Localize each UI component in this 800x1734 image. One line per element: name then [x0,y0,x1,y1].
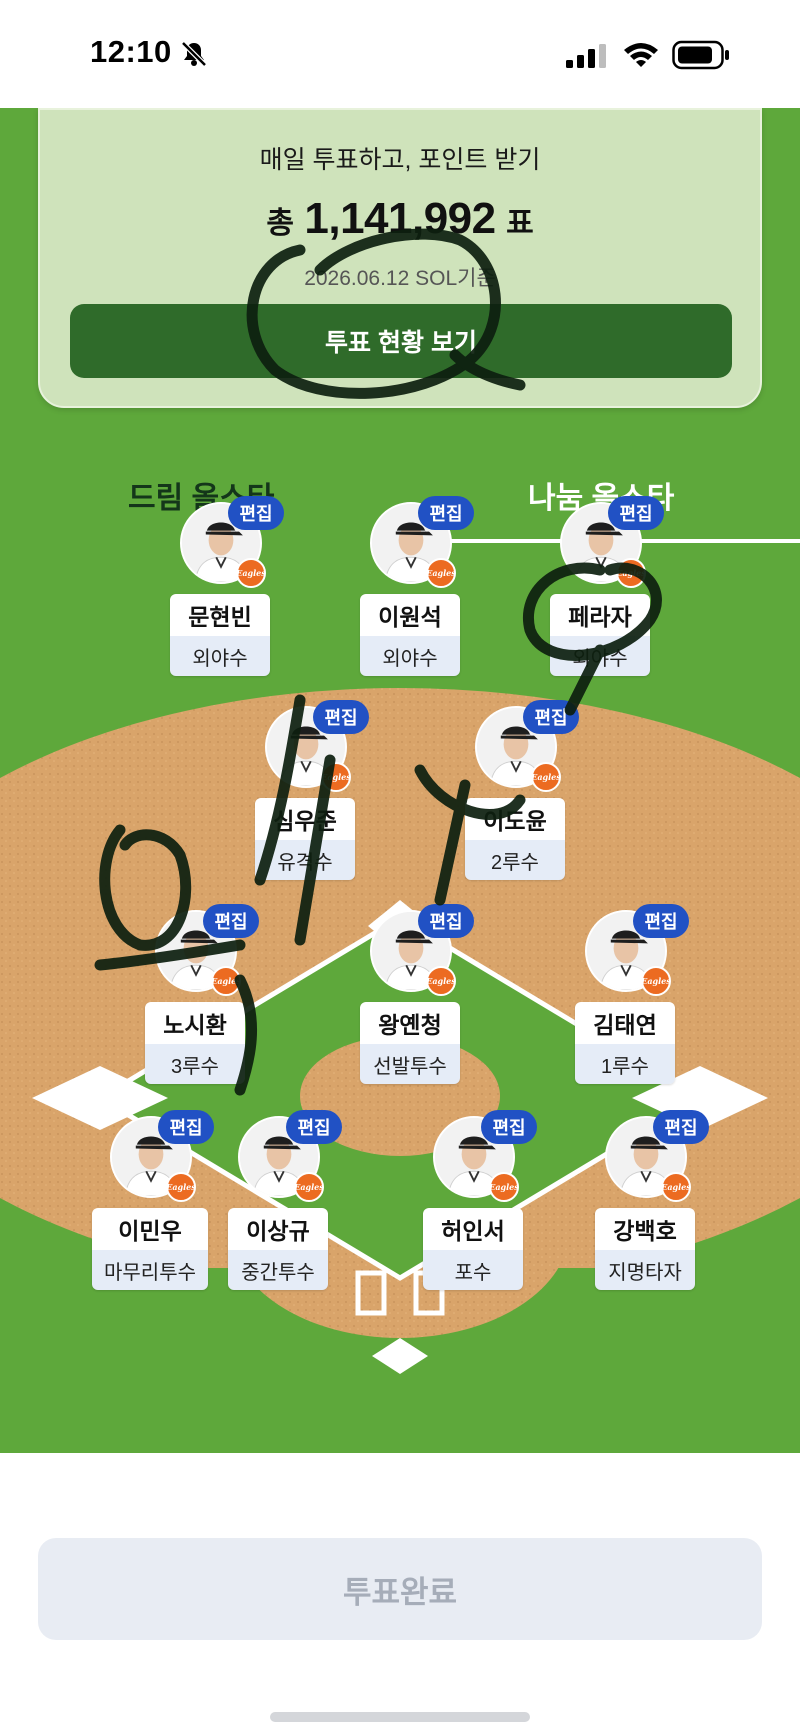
player-position: 마무리투수 [92,1250,208,1290]
name-plate: 왕옌청 선발투수 [360,1002,460,1084]
player-position: 중간투수 [228,1250,328,1290]
name-plate: 심우준 유격수 [255,798,355,880]
signal-icon [566,44,606,68]
vote-summary-card: 매일 투표하고, 포인트 받기 총 1,141,992 표 2026.06.12… [38,108,762,408]
player-name: 왕옌청 [360,1002,460,1044]
vote-date: 2026.06.12 SOL기준 [304,267,496,290]
team-logo-icon: Eagles [236,558,266,588]
team-logo-icon: Eagles [166,1172,196,1202]
name-plate: 이도윤 2루수 [465,798,565,880]
view-vote-status-button[interactable]: 투표 현황 보기 [70,304,732,378]
player-name: 심우준 [255,798,355,840]
status-time: 12:10 [90,34,172,69]
name-plate: 페라자 외야수 [550,594,650,676]
edit-player-button[interactable]: 편집 [418,496,474,530]
player-position: 1루수 [575,1044,675,1084]
edit-player-button[interactable]: 편집 [481,1110,537,1144]
player-position: 선발투수 [360,1044,460,1084]
edit-player-button[interactable]: 편집 [653,1110,709,1144]
name-plate: 문현빈 외야수 [170,594,270,676]
name-plate: 이상규 중간투수 [228,1208,328,1290]
team-logo-icon: Eagles [426,966,456,996]
name-plate: 김태연 1루수 [575,1002,675,1084]
edit-player-button[interactable]: 편집 [608,496,664,530]
team-logo-icon: Eagles [489,1172,519,1202]
player-position: 외야수 [550,636,650,676]
team-logo-icon: Eagles [531,762,561,792]
player-name: 문현빈 [170,594,270,636]
team-logo-icon: Eagles [211,966,241,996]
player-name: 허인서 [423,1208,523,1250]
player-name: 이도윤 [465,798,565,840]
edit-player-button[interactable]: 편집 [228,496,284,530]
edit-player-button[interactable]: 편집 [633,904,689,938]
player-position: 외야수 [360,636,460,676]
player-name: 김태연 [575,1002,675,1044]
team-logo-icon: Eagles [641,966,671,996]
player-position: 2루수 [465,840,565,880]
team-logo-icon: Eagles [661,1172,691,1202]
name-plate: 강백호 지명타자 [595,1208,695,1290]
player-position: 지명타자 [595,1250,695,1290]
edit-player-button[interactable]: 편집 [158,1110,214,1144]
edit-player-button[interactable]: 편집 [286,1110,342,1144]
player-position: 외야수 [170,636,270,676]
edit-player-button[interactable]: 편집 [523,700,579,734]
player-name: 강백호 [595,1208,695,1250]
vote-total-prefix: 총 [266,207,294,240]
name-plate: 이원석 외야수 [360,594,460,676]
wifi-icon [624,43,658,67]
vote-complete-button[interactable]: 투표완료 [38,1538,762,1640]
vote-total-suffix: 표 [506,207,534,240]
baseball-field: 매일 투표하고, 포인트 받기 총 1,141,992 표 2026.06.12… [0,108,800,1453]
status-bar: 12:10 [0,0,800,108]
vote-card-title: 매일 투표하고, 포인트 받기 [259,146,541,174]
edit-player-button[interactable]: 편집 [418,904,474,938]
name-plate: 허인서 포수 [423,1208,523,1290]
player-position: 유격수 [255,840,355,880]
player-name: 노시환 [145,1002,245,1044]
team-logo-icon: Eagles [616,558,646,588]
vote-total: 총 1,141,992 표 [40,194,760,244]
player-position: 포수 [423,1250,523,1290]
team-logo-icon: Eagles [426,558,456,588]
edit-player-button[interactable]: 편집 [203,904,259,938]
name-plate: 이민우 마무리투수 [92,1208,208,1290]
player-name: 이민우 [92,1208,208,1250]
name-plate: 노시환 3루수 [145,1002,245,1084]
player-name: 이상규 [228,1208,328,1250]
player-name: 이원석 [360,594,460,636]
battery-icon [672,40,729,70]
team-logo-icon: Eagles [321,762,351,792]
team-logo-icon: Eagles [294,1172,324,1202]
home-indicator[interactable] [270,1712,530,1722]
bell-muted-icon [181,41,207,67]
player-position: 3루수 [145,1044,245,1084]
player-name: 페라자 [550,594,650,636]
vote-total-count: 1,141,992 [304,194,496,243]
edit-player-button[interactable]: 편집 [313,700,369,734]
